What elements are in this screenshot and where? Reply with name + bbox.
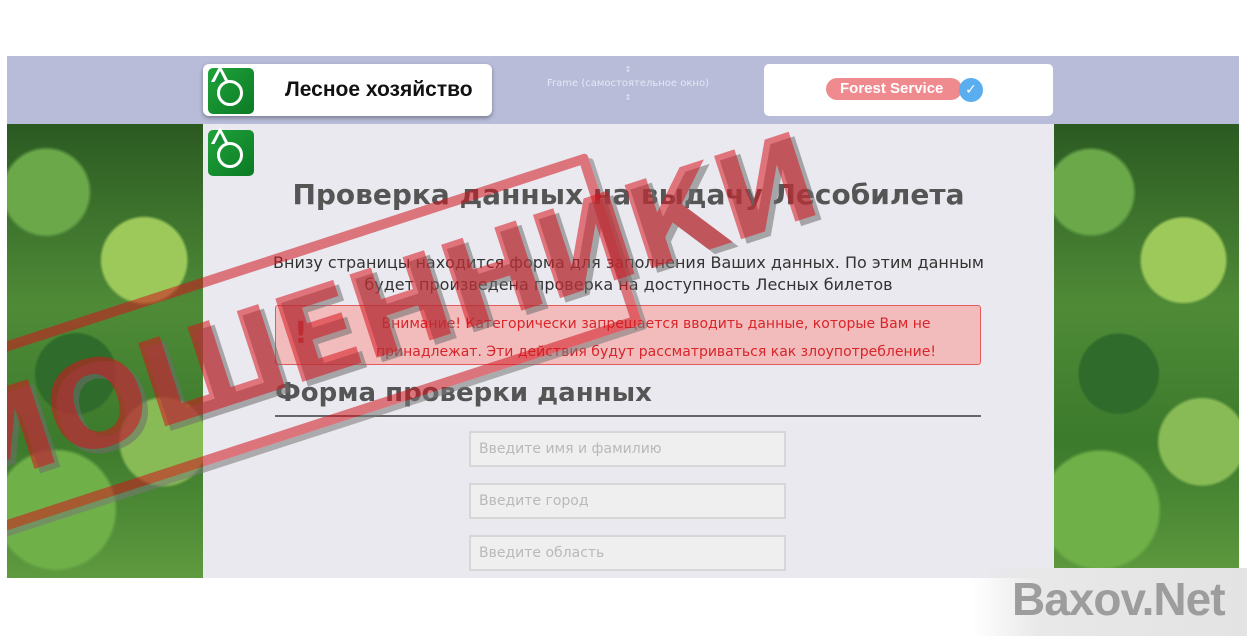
brand-banner[interactable]: Лесное хозяйство (203, 64, 492, 116)
exclamation-icon: ! (294, 316, 308, 351)
verified-check-icon: ✓ (959, 78, 983, 102)
intro-text: Внизу страницы находится форма для запол… (273, 253, 984, 294)
forest-agency-logo-icon[interactable] (208, 127, 254, 176)
form-divider (275, 415, 981, 417)
brand-name: Лесное хозяйство (285, 78, 473, 101)
frame-note-label: Frame (самостоятельное окно) (547, 78, 709, 89)
forest-agency-logo-icon (208, 65, 254, 114)
page-title: Проверка данных на выдачу Лесобилета (292, 178, 965, 211)
form-title: Форма проверки данных (275, 378, 652, 408)
forest-photo-right (1054, 124, 1239, 578)
header-bar: Лесное хозяйство ↕ Frame (самостоятельно… (7, 56, 1239, 124)
frame-note: ↕ Frame (самостоятельное окно) ↕ (522, 64, 734, 104)
browser-screenshot: Лесное хозяйство ↕ Frame (самостоятельно… (7, 56, 1239, 578)
forest-service-banner[interactable]: Forest Service ✓ (764, 64, 1053, 116)
city-field[interactable] (469, 483, 786, 519)
frame-resize-bottom-icon: ↕ (624, 93, 632, 102)
watermark-text: Baxov.Net (1012, 573, 1226, 625)
alert-text: Внимание! Категорически запрещается ввод… (376, 316, 936, 360)
name-field[interactable] (469, 431, 786, 467)
warning-alert: ! Внимание! Категорически запрещается вв… (275, 305, 981, 365)
forest-photo-left (7, 124, 203, 578)
region-field[interactable] (469, 535, 786, 571)
frame-resize-top-icon: ↕ (624, 65, 632, 74)
site-watermark: Baxov.Net (972, 568, 1247, 636)
main-content: Проверка данных на выдачу Лесобилета Вни… (203, 124, 1054, 578)
forest-service-badge: Forest Service (826, 78, 962, 100)
